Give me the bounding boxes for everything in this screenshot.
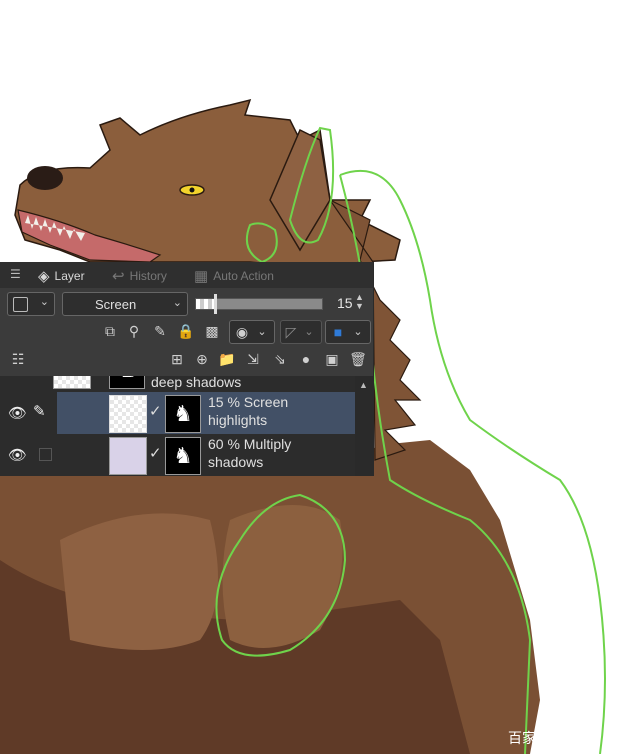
apply-mask-icon[interactable]: ▣ [322,348,342,370]
mask-add-icon[interactable]: ● [296,348,316,370]
mask-enable-button[interactable]: ◉ ⌄ [229,320,275,344]
opacity-slider[interactable] [195,294,323,314]
layer-row[interactable]: 👁 ✓ ♞ 60 % Multiply shadows [0,434,355,476]
layer-row[interactable]: 👁 ✓ ♞ deep shadows [0,376,355,390]
mask-icon: ◉ [235,324,249,340]
auto-action-icon: ▦ [194,268,209,285]
ruler-icon: ◸ [285,324,297,340]
opacity-slider-fill [196,299,215,309]
layer-list[interactable]: 👁 ✓ ♞ deep shadows 👁 ✎ ✓ ♞ 15 % Screen h… [0,376,355,476]
panel-tabbar: ☰ ◈ Layer ↩ History ▦ Auto Action [0,262,373,288]
transfer-down-icon[interactable]: ⇲ [243,348,263,370]
tab-history[interactable]: ↩ History [112,264,167,288]
layer-name: deep shadows [151,376,242,390]
scroll-up-icon[interactable]: ▲ [359,380,368,390]
chevron-down-icon: ⌄ [353,326,363,338]
nose [27,166,63,190]
lock-transparency-icon[interactable]: ▩ [202,320,222,342]
tab-auto-action-label: Auto Action [213,269,274,283]
pupil [189,187,195,193]
tab-auto-action[interactable]: ▦ Auto Action [194,264,274,288]
opacity-value: 15 [337,295,353,311]
history-icon: ↩ [112,268,125,285]
opacity-spinner[interactable]: ▲ ▼ [355,293,364,311]
layer-action-toolbar: ☷ ⊞ ⊕ 📁 ⇲ ⇘ ● ▣ 🗑 [0,348,373,374]
watermark-text: 百家 [508,731,536,747]
color-icon: ■ [333,324,343,340]
layer-mask-thumbnail: ♞ [165,437,201,475]
layer-name-line2: highlights [208,412,268,428]
visibility-eye-icon[interactable]: 👁 [8,376,27,378]
layer-thumbnail [109,395,147,433]
layer-name-line1: 15 % Screen [208,394,289,410]
layer-color-mode-button[interactable]: ■ ⌄ [325,320,371,344]
layer-mask-thumbnail: ♞ [165,395,201,433]
visibility-eye-icon[interactable]: 👁 [8,446,27,464]
chevron-down-icon: ⌄ [304,326,314,338]
mask-link-check-icon[interactable]: ✓ [149,402,162,420]
panel-menu-icon[interactable]: ☰ [10,267,21,281]
tab-layer-label: Layer [54,269,85,283]
new-folder-icon[interactable]: 📁 [217,348,237,370]
layer-name-line1: 60 % Multiply [208,436,292,452]
chest-fur [60,513,218,650]
layer-name-line2: shadows [208,454,264,470]
layer-color-button[interactable]: ⌄ [7,292,55,316]
tab-layer[interactable]: ◈ Layer [38,264,85,288]
ruler-button[interactable]: ◸ ⌄ [280,320,322,344]
clip-icon[interactable]: ⧉ [100,320,120,342]
delete-layer-icon[interactable]: 🗑 [348,348,368,370]
blend-mode-select[interactable]: Screen ⌄ [62,292,188,316]
layer-mask-thumbnail: ♞ [109,376,145,389]
tab-history-label: History [129,269,167,283]
layer-property-icon[interactable]: ☷ [8,348,28,370]
combine-down-icon[interactable]: ⇘ [270,348,290,370]
layer-list-scrollbar[interactable]: ▲ [355,376,373,476]
layer-row[interactable]: 👁 ✎ ✓ ♞ 15 % Screen highlights [0,392,355,434]
layer-lock-box[interactable] [39,448,52,461]
blend-mode-value: Screen [95,297,137,312]
reference-layer-icon[interactable]: ⚲ [124,320,144,342]
draft-layer-icon[interactable]: ✎ [150,320,170,342]
layer-thumbnail [53,376,91,389]
new-vector-layer-icon[interactable]: ⊕ [192,348,212,370]
layers-icon: ◈ [38,268,50,285]
new-raster-layer-icon[interactable]: ⊞ [167,348,187,370]
mask-link-check-icon[interactable]: ✓ [149,444,162,462]
layer-property-toolbar: ⧉ ⚲ ✎ 🔒 ▩ ◉ ⌄ ◸ ⌄ ■ ⌄ [0,320,373,346]
chevron-down-icon: ⌄ [257,326,267,338]
lock-icon[interactable]: 🔒 [176,320,196,342]
layer-selection-highlight [57,392,355,434]
layer-panel: ☰ ◈ Layer ↩ History ▦ Auto Action ⌄ Scre… [0,262,374,476]
layer-thumbnail [109,437,147,475]
layer-color-swatch [13,297,28,312]
opacity-slider-thumb[interactable] [214,294,217,314]
edit-pen-icon: ✎ [33,403,46,420]
blend-row: ⌄ Screen ⌄ 15 ▲ ▼ [0,290,373,318]
chevron-down-icon: ⌄ [172,297,182,309]
chevron-down-icon: ⌄ [39,296,49,308]
visibility-eye-icon[interactable]: 👁 [8,404,27,422]
